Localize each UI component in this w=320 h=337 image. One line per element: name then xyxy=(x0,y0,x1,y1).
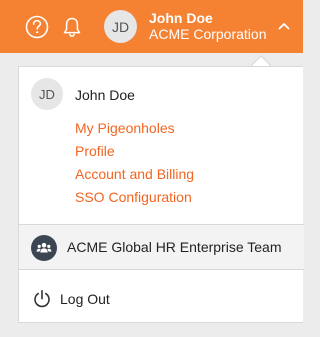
logout-label: Log Out xyxy=(60,291,110,307)
bell-icon[interactable] xyxy=(59,14,85,40)
profile-link[interactable]: Profile xyxy=(75,140,194,163)
dropdown-user-name: John Doe xyxy=(75,87,135,103)
top-bar: JD John Doe ACME Corporation xyxy=(0,0,303,53)
power-icon xyxy=(34,289,50,308)
sso-configuration-link[interactable]: SSO Configuration xyxy=(75,186,194,209)
avatar: JD xyxy=(31,78,63,110)
help-circle-icon[interactable] xyxy=(24,14,50,40)
team-icon xyxy=(31,235,57,261)
my-pigeonholes-link[interactable]: My Pigeonholes xyxy=(75,117,194,140)
account-and-billing-link[interactable]: Account and Billing xyxy=(75,163,194,186)
menu-links: My Pigeonholes Profile Account and Billi… xyxy=(75,117,194,209)
logout-button[interactable]: Log Out xyxy=(19,269,304,323)
avatar[interactable]: JD xyxy=(104,10,137,43)
user-name[interactable]: John Doe xyxy=(149,10,213,26)
team-label: ACME Global HR Enterprise Team xyxy=(67,239,282,255)
team-item[interactable]: ACME Global HR Enterprise Team xyxy=(19,224,304,269)
chevron-up-icon[interactable] xyxy=(278,21,290,31)
user-menu-dropdown: JD John Doe My Pigeonholes Profile Accou… xyxy=(18,66,304,323)
organization-name[interactable]: ACME Corporation xyxy=(149,26,267,42)
